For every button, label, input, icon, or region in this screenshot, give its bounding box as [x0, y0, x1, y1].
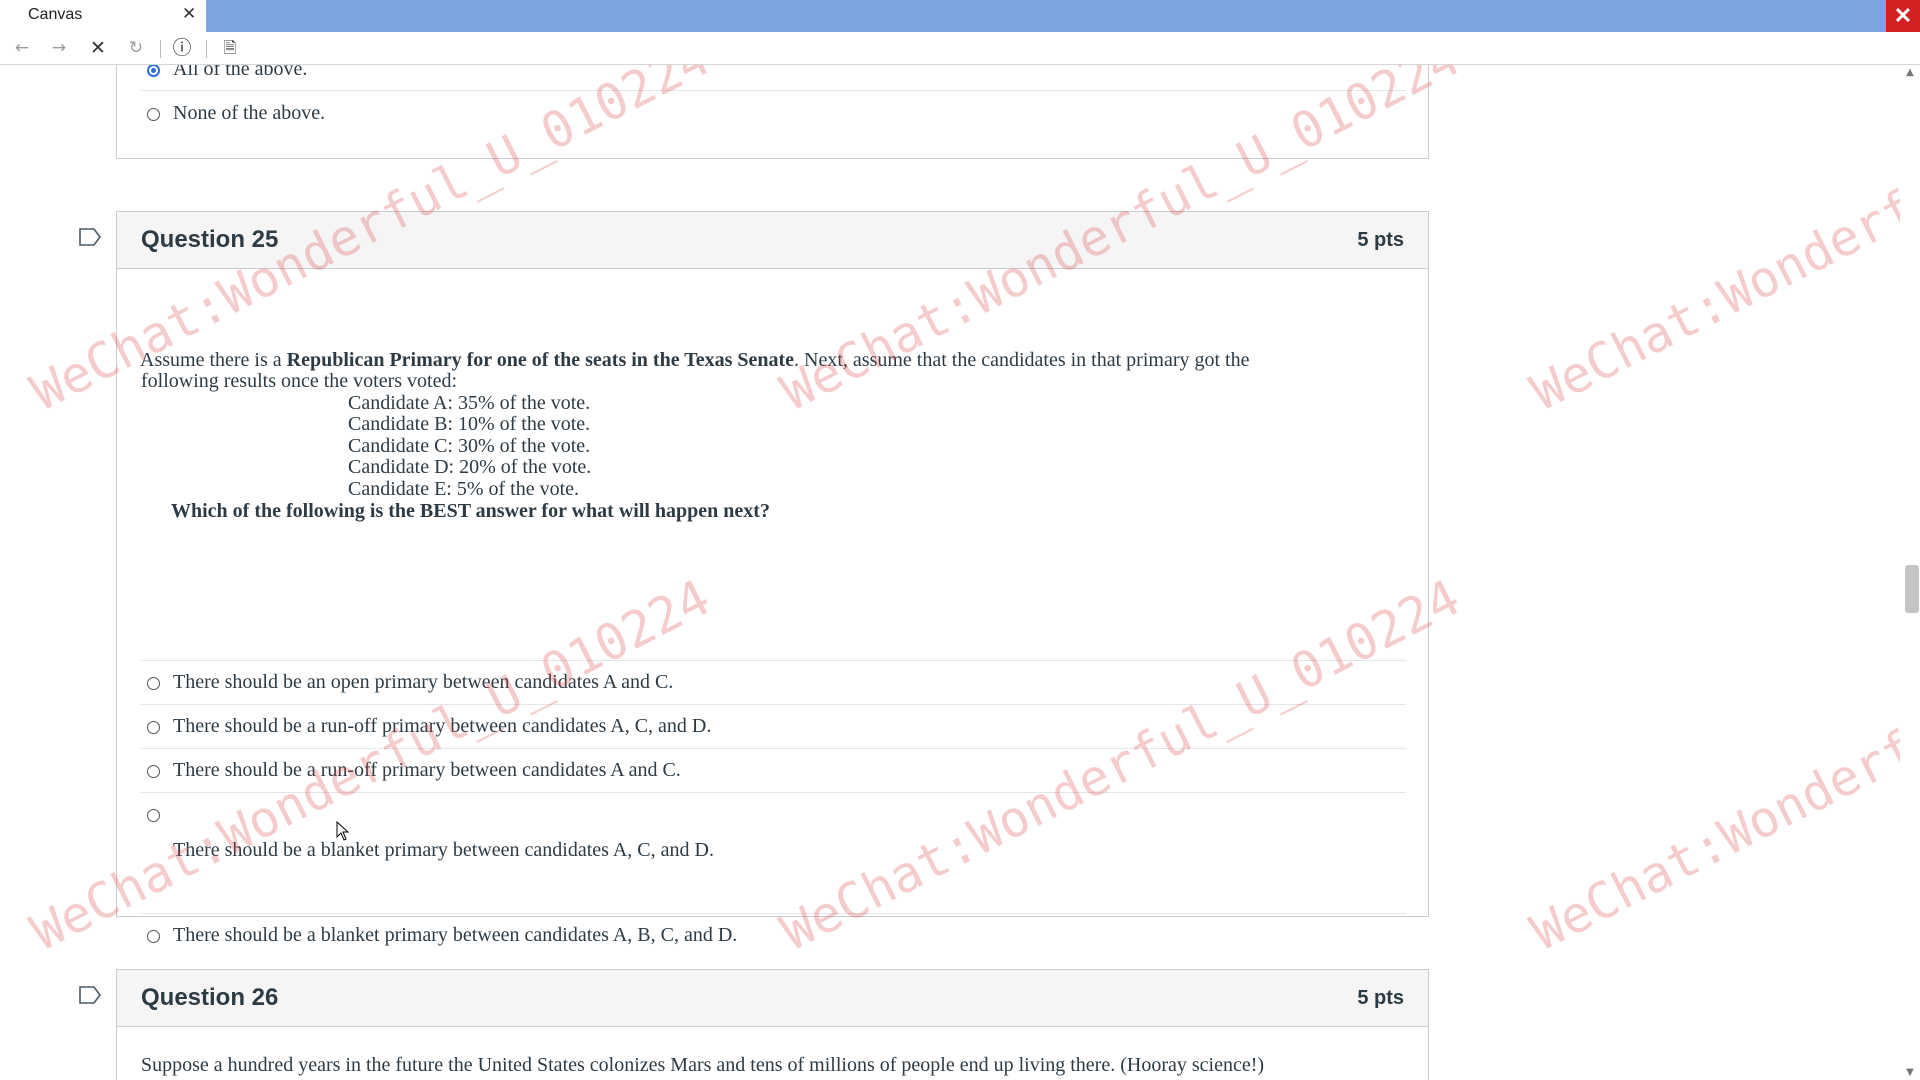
result-line: Candidate C: 30% of the vote. — [348, 435, 591, 457]
answer-text: There should be a run-off primary betwee… — [173, 715, 712, 737]
flag-question-icon[interactable] — [79, 986, 101, 1004]
answer-option[interactable]: There should be a blanket primary betwee… — [141, 792, 1406, 913]
radio-icon[interactable] — [147, 721, 160, 734]
window-close-button[interactable]: ✕ — [1886, 0, 1920, 32]
question-header: Question 26 5 pts — [117, 970, 1428, 1027]
browser-tab[interactable]: Canvas ✕ — [0, 0, 206, 32]
answer-text: There should be an open primary between … — [173, 671, 674, 693]
question-text-line: Assume there is a Republican Primary for… — [140, 349, 1249, 371]
radio-icon[interactable] — [147, 809, 160, 822]
stop-loading-icon[interactable]: ✕ — [86, 36, 110, 60]
watermark-text: WeChat:Wonderful_U_010224 — [1522, 65, 1900, 422]
question-text: following results once the voters voted: — [141, 370, 458, 392]
answer-text: All of the above. — [173, 65, 308, 80]
browser-toolbar: ← → ✕ ↻ ⓘ 🗎 — [0, 32, 1920, 65]
answer-option[interactable]: There should be a run-off primary betwee… — [141, 748, 1406, 792]
answer-option[interactable]: There should be a blanket primary betwee… — [141, 913, 1406, 974]
answer-option[interactable]: There should be an open primary between … — [141, 660, 1406, 704]
result-line: Candidate A: 35% of the vote. — [348, 392, 591, 414]
question-text: Suppose a hundred years in the future th… — [141, 1054, 1265, 1076]
result-line: Candidate E: 5% of the vote. — [348, 478, 580, 500]
answer-text: There should be a blanket primary betwee… — [173, 924, 738, 946]
question-prompt: Which of the following is the BEST answe… — [171, 500, 770, 522]
quiz-page: All of the above. None of the above. Que… — [0, 65, 1900, 1080]
question-title: Question 25 — [141, 226, 279, 253]
tab-bar: Canvas ✕ ✕ — [0, 0, 1920, 32]
radio-icon[interactable] — [147, 677, 160, 690]
scroll-down-icon[interactable]: ▼ — [1905, 1067, 1915, 1078]
answer-text: There should be a blanket primary betwee… — [173, 839, 714, 861]
result-line: Candidate D: 20% of the vote. — [348, 456, 592, 478]
radio-icon[interactable] — [147, 108, 160, 121]
scrollbar-thumb[interactable] — [1905, 565, 1919, 613]
watermark-text: WeChat:Wonderful_U_010224 — [1522, 568, 1900, 962]
radio-selected-icon[interactable] — [147, 65, 160, 77]
page-icon[interactable]: 🗎 — [218, 36, 242, 60]
toolbar-divider — [160, 40, 161, 58]
mouse-cursor-icon — [336, 821, 350, 841]
radio-icon[interactable] — [147, 930, 160, 943]
tab-title: Canvas — [28, 6, 83, 23]
scroll-up-icon[interactable]: ▲ — [1905, 67, 1915, 78]
previous-question-card: All of the above. None of the above. — [116, 65, 1429, 159]
question-points: 5 pts — [1357, 987, 1404, 1009]
answer-list: There should be an open primary between … — [141, 660, 1406, 974]
vertical-scrollbar[interactable]: ▲ ▼ — [1900, 65, 1920, 1080]
question-text: . Next, assume that the candidates in th… — [794, 349, 1250, 371]
forward-arrow-icon[interactable]: → — [47, 36, 71, 60]
flag-question-icon[interactable] — [79, 228, 101, 246]
toolbar-divider — [206, 40, 207, 58]
reload-icon[interactable]: ↻ — [124, 36, 148, 60]
question-title: Question 26 — [141, 984, 279, 1011]
info-icon[interactable]: ⓘ — [170, 36, 194, 60]
question-points: 5 pts — [1357, 229, 1404, 251]
answer-text: None of the above. — [173, 102, 326, 124]
answer-option[interactable]: There should be a run-off primary betwee… — [141, 704, 1406, 748]
result-line: Candidate B: 10% of the vote. — [348, 413, 591, 435]
question-card-25: Question 25 5 pts Assume there is a Repu… — [116, 211, 1429, 946]
radio-icon[interactable] — [147, 765, 160, 778]
answer-text: There should be a run-off primary betwee… — [173, 759, 681, 781]
previous-answer-list: All of the above. None of the above. — [141, 65, 1406, 135]
question-text: Assume there is a — [140, 349, 287, 371]
question-bold-text: Republican Primary for one of the seats … — [286, 349, 795, 371]
answer-option[interactable]: All of the above. — [141, 65, 1406, 90]
question-card-26: Question 26 5 pts Suppose a hundred year… — [116, 969, 1429, 1080]
back-arrow-icon[interactable]: ← — [10, 36, 34, 60]
question-header: Question 25 5 pts — [117, 212, 1428, 269]
tab-close-icon[interactable]: ✕ — [182, 4, 196, 24]
answer-option[interactable]: None of the above. — [141, 90, 1406, 135]
